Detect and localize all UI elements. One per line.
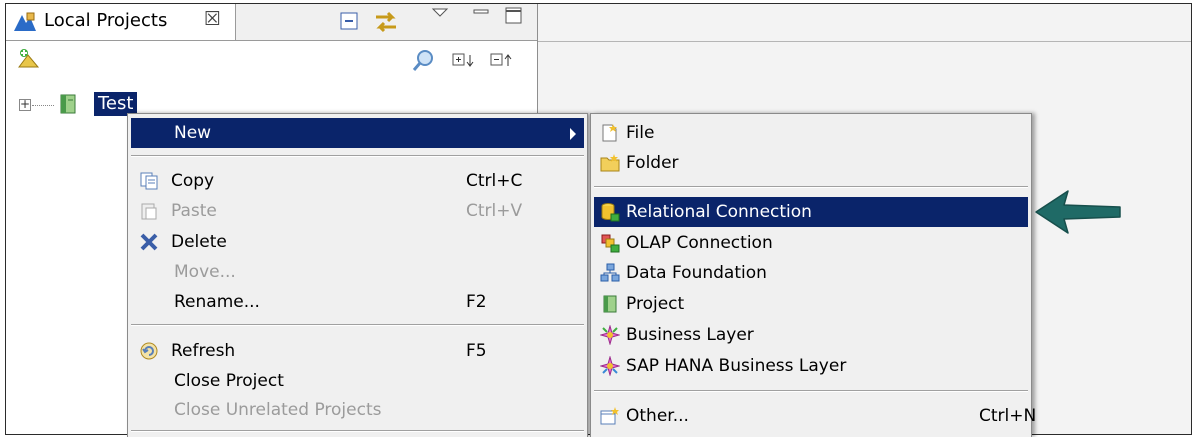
menu-item-label: Rename... bbox=[174, 292, 260, 312]
menu-item-label: Delete bbox=[171, 232, 227, 252]
tree-connector bbox=[32, 105, 54, 106]
menu-item-close-project[interactable]: Close Project bbox=[131, 366, 584, 396]
delete-icon bbox=[140, 233, 158, 251]
link-with-editor-icon[interactable] bbox=[372, 9, 400, 35]
submenu-arrow-icon bbox=[570, 128, 576, 140]
menu-item-delete[interactable]: Delete bbox=[131, 227, 584, 257]
menu-item-label: Refresh bbox=[171, 341, 236, 361]
submenu-item-label: Other... bbox=[626, 406, 689, 426]
collapse-tree-icon[interactable] bbox=[490, 51, 516, 71]
menu-item-label: Copy bbox=[171, 171, 215, 191]
submenu-item-label: OLAP Connection bbox=[626, 233, 773, 253]
menu-separator bbox=[131, 324, 584, 326]
menu-item-new[interactable]: New bbox=[131, 118, 584, 148]
tab-local-projects[interactable]: Local Projects ☒ bbox=[6, 4, 236, 40]
view-tabstrip: Local Projects ☒ bbox=[6, 4, 537, 41]
paste-icon bbox=[141, 203, 157, 220]
menu-item-close-unrelated-projects: Close Unrelated Projects bbox=[131, 395, 584, 425]
other-wizard-icon bbox=[600, 407, 619, 425]
new-folder-icon bbox=[600, 154, 620, 172]
submenu-item-label: Data Foundation bbox=[626, 263, 767, 283]
context-menu: New Copy Ctrl+C Paste Ctrl+V Delete Move… bbox=[127, 113, 588, 437]
menu-separator bbox=[131, 430, 584, 432]
close-icon[interactable]: ☒ bbox=[204, 8, 221, 30]
menu-separator bbox=[131, 155, 584, 157]
new-project-icon[interactable] bbox=[16, 47, 42, 71]
submenu-item-business-layer[interactable]: Business Layer bbox=[594, 320, 1028, 350]
menu-item-move: Move... bbox=[131, 257, 584, 287]
local-projects-icon bbox=[14, 12, 36, 31]
menu-item-label: Paste bbox=[171, 201, 217, 221]
submenu-item-label: File bbox=[626, 123, 655, 143]
menu-item-refresh[interactable]: Refresh F5 bbox=[131, 336, 584, 366]
submenu-item-label: Relational Connection bbox=[626, 202, 812, 222]
submenu-item-label: SAP HANA Business Layer bbox=[626, 356, 847, 376]
menu-item-label: New bbox=[174, 123, 212, 143]
business-layer-icon bbox=[600, 325, 620, 345]
tab-label: Local Projects bbox=[44, 10, 168, 31]
submenu-item-shortcut: Ctrl+N bbox=[979, 406, 1037, 426]
menu-item-paste: Paste Ctrl+V bbox=[131, 196, 584, 226]
menu-item-shortcut: F2 bbox=[466, 292, 487, 312]
new-submenu: File Folder Relational Connection OLAP C… bbox=[590, 113, 1036, 437]
submenu-item-label: Project bbox=[626, 294, 685, 314]
submenu-separator bbox=[594, 186, 1028, 188]
view-toolbar bbox=[6, 41, 537, 79]
olap-connection-icon bbox=[601, 234, 620, 253]
menu-item-shortcut: Ctrl+C bbox=[466, 171, 523, 191]
minimize-icon[interactable] bbox=[472, 6, 490, 20]
menu-item-label: Close Project bbox=[174, 371, 284, 391]
submenu-separator bbox=[594, 390, 1028, 392]
submenu-item-sap-hana-business-layer[interactable]: SAP HANA Business Layer bbox=[594, 351, 1028, 381]
tree-expander[interactable]: + bbox=[19, 98, 31, 111]
maximize-icon[interactable] bbox=[504, 6, 524, 26]
project-icon bbox=[603, 295, 617, 313]
submenu-item-relational-connection[interactable]: Relational Connection bbox=[594, 197, 1028, 227]
editor-tabstrip bbox=[538, 4, 1191, 42]
submenu-item-folder[interactable]: Folder bbox=[594, 148, 1028, 178]
submenu-item-olap-connection[interactable]: OLAP Connection bbox=[594, 228, 1028, 258]
project-icon bbox=[60, 94, 76, 114]
menu-item-copy[interactable]: Copy Ctrl+C bbox=[131, 166, 584, 196]
menu-item-shortcut: F5 bbox=[466, 341, 487, 361]
menu-item-label: Close Unrelated Projects bbox=[174, 400, 382, 420]
refresh-icon bbox=[140, 342, 158, 360]
sap-hana-business-layer-icon bbox=[600, 356, 620, 376]
menu-item-rename[interactable]: Rename... F2 bbox=[131, 287, 584, 317]
copy-icon bbox=[140, 172, 158, 190]
pointer-arrow-icon bbox=[1035, 190, 1121, 234]
submenu-item-label: Folder bbox=[626, 153, 679, 173]
submenu-item-data-foundation[interactable]: Data Foundation bbox=[594, 258, 1028, 288]
data-foundation-icon bbox=[600, 263, 620, 282]
relational-connection-icon bbox=[601, 203, 620, 222]
submenu-item-project[interactable]: Project bbox=[594, 289, 1028, 319]
search-icon[interactable] bbox=[412, 49, 436, 73]
submenu-item-file[interactable]: File bbox=[594, 118, 1028, 148]
view-menu-icon[interactable] bbox=[431, 6, 449, 20]
expand-all-icon[interactable] bbox=[452, 51, 478, 71]
collapse-all-icon[interactable] bbox=[338, 9, 360, 33]
submenu-item-label: Business Layer bbox=[626, 325, 754, 345]
menu-item-label: Move... bbox=[174, 262, 236, 282]
new-file-icon bbox=[602, 124, 617, 142]
menu-item-shortcut: Ctrl+V bbox=[466, 201, 523, 221]
submenu-item-other[interactable]: Other... Ctrl+N bbox=[594, 401, 1036, 431]
